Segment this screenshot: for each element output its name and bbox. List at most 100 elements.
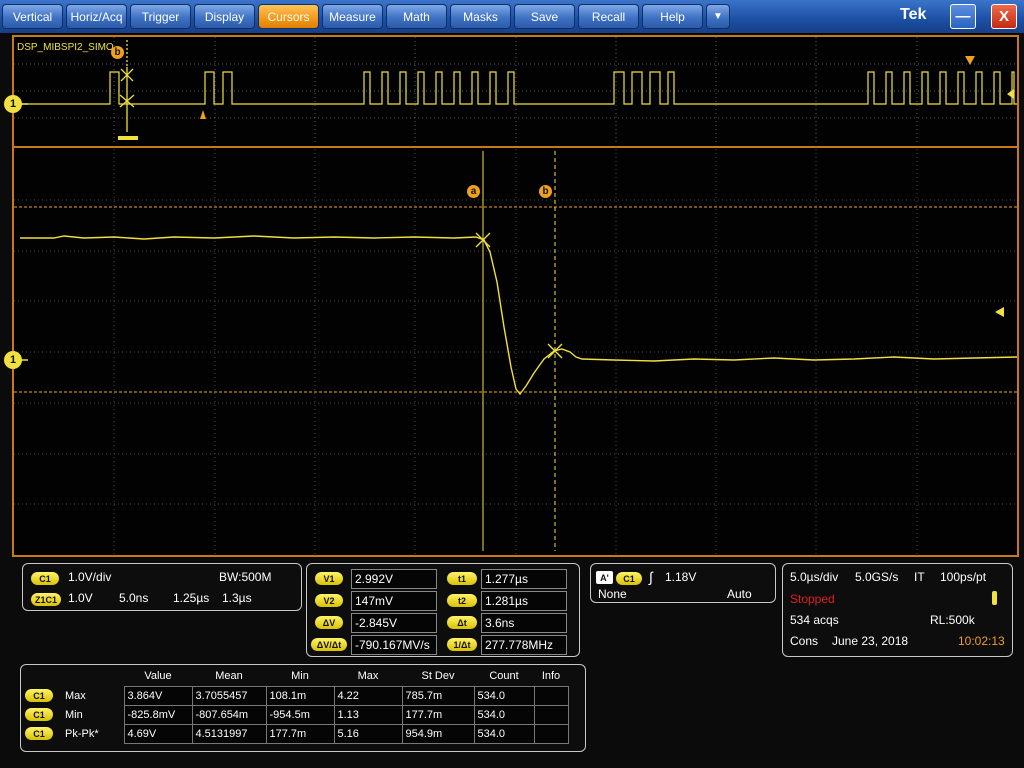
menu-help-button[interactable]: Help <box>642 4 703 29</box>
meas-pkpk-value: 4.69V <box>123 723 193 744</box>
menu-measure-button[interactable]: Measure <box>322 4 383 29</box>
menu-save-button[interactable]: Save <box>514 4 575 29</box>
t1-value: 1.277µs <box>481 569 567 589</box>
menu-masks-button[interactable]: Masks <box>450 4 511 29</box>
menu-horiz-acq-button[interactable]: Horiz/Acq <box>66 4 127 29</box>
timebase: 5.0µs/div <box>790 570 839 584</box>
meas-min-stdev: 177.7m <box>401 704 475 725</box>
meas-pkpk-stdev: 954.9m <box>401 723 475 744</box>
t2-value: 1.281µs <box>481 591 567 611</box>
meas-min-badge: C1 <box>25 708 53 721</box>
meas-pkpk-min: 177.7m <box>265 723 335 744</box>
zoom-position: 1.25µs <box>173 591 210 605</box>
menu-vertical-button[interactable]: Vertical <box>2 4 63 29</box>
minimize-icon: — <box>955 8 971 25</box>
meas-max-mean: 3.7055457 <box>191 685 267 706</box>
zoom-graticule <box>14 149 1017 555</box>
meas-max-badge: C1 <box>25 689 53 702</box>
slope-value: -790.167MV/s <box>351 635 437 655</box>
slope-badge: ΔV/Δt <box>311 638 347 651</box>
overview-waveform <box>20 71 1017 105</box>
zoom-hscale: 5.0ns <box>119 591 149 605</box>
waveform-canvas <box>14 37 1017 555</box>
meas-max-value: 3.864V <box>123 685 193 706</box>
bus-label: DSP_MIBSPI2_SIMO <box>17 42 114 53</box>
bandwidth-label: BW:500M <box>219 570 272 584</box>
header-info: Info <box>541 670 561 683</box>
meas-min-count: 534.0 <box>473 704 535 725</box>
cursor-b-marker[interactable]: b <box>539 185 552 198</box>
meas-min-mean: -807.654m <box>191 704 267 725</box>
time: 10:02:13 <box>958 634 1005 648</box>
zoom-waveform <box>20 235 1017 396</box>
zoom-window-marker <box>118 136 138 140</box>
t1-badge: t1 <box>447 572 477 585</box>
header-mean: Mean <box>215 670 243 683</box>
ch1-marker-zoom[interactable]: 1 <box>4 351 22 369</box>
meas-max-min: 108.1m <box>265 685 335 706</box>
resolution: 100ps/pt <box>940 570 987 584</box>
menu-trigger-button[interactable]: Trigger <box>130 4 191 29</box>
close-button[interactable]: X <box>991 4 1017 29</box>
meas-pkpk-mean: 4.5131997 <box>191 723 267 744</box>
header-count: Count <box>489 670 519 683</box>
header-max: Max <box>357 670 379 683</box>
run-status[interactable]: Stopped <box>790 592 835 606</box>
zoom-position-2: 1.3µs <box>222 591 252 605</box>
close-icon: X <box>998 8 1009 25</box>
measurement-table[interactable]: Value Mean Min Max St Dev Count Info C1 … <box>22 667 569 744</box>
menu-recall-button[interactable]: Recall <box>578 4 639 29</box>
minimize-button[interactable]: — <box>950 4 976 29</box>
v1-badge: V1 <box>315 572 343 585</box>
ch1-scale: 1.0V/div <box>68 570 112 584</box>
trigger-marker-left <box>200 110 206 119</box>
zoom-offset-marker <box>995 307 1004 317</box>
date: June 23, 2018 <box>832 634 909 648</box>
acq-mode-it: IT <box>914 570 925 584</box>
measurement-header-row: Value Mean Min Max St Dev Count Info <box>22 667 568 686</box>
trigger-source-badge: C1 <box>616 572 642 585</box>
acquisition-panel[interactable]: 5.0µs/div 5.0GS/s IT 100ps/pt Stopped 53… <box>782 563 1013 657</box>
meas-max-info <box>533 685 569 706</box>
tek-logo: Tek <box>900 6 927 23</box>
ch1-marker-overview[interactable]: 1 <box>4 95 22 113</box>
menu-dropdown-button[interactable]: ▼ <box>706 4 730 29</box>
sample-rate: 5.0GS/s <box>855 570 899 584</box>
trigger-panel[interactable]: A' C1 ∫ 1.18V None Auto <box>590 563 776 603</box>
menu-display-button[interactable]: Display <box>194 4 255 29</box>
meas-min-max: 1.13 <box>333 704 403 725</box>
cursor-readout-panel[interactable]: V1 2.992V t1 1.277µs V2 147mV t2 1.281µs… <box>306 563 580 657</box>
menu-bar: Vertical Horiz/Acq Trigger Display Curso… <box>0 0 1024 33</box>
acquisition-count: 534 acqs <box>790 613 839 627</box>
zoom-ch1-badge[interactable]: Z1C1 <box>31 593 61 606</box>
waveform-display[interactable]: DSP_MIBSPI2_SIMO b 1 1 a b <box>4 35 1019 557</box>
meas-max-stdev: 785.7m <box>401 685 475 706</box>
menu-math-button[interactable]: Math <box>386 4 447 29</box>
trigger-coupling: None <box>598 587 627 601</box>
meas-pkpk-info <box>533 723 569 744</box>
delta-t-badge: Δt <box>447 616 477 629</box>
meas-pkpk-count: 534.0 <box>473 723 535 744</box>
measurement-row-min[interactable]: C1 Min -825.8mV -807.654m -954.5m 1.13 1… <box>22 704 569 725</box>
header-value: Value <box>144 670 172 683</box>
meas-pkpk-max: 5.16 <box>333 723 403 744</box>
rising-edge-icon: ∫ <box>649 569 653 585</box>
trigger-level: 1.18V <box>665 570 697 584</box>
overview-cursor-b-marker[interactable]: b <box>111 46 124 59</box>
header-stdev: St Dev <box>421 670 455 683</box>
inv-delta-t-value: 277.778MHz <box>481 635 567 655</box>
meas-min-value: -825.8mV <box>123 704 193 725</box>
meas-max-count: 534.0 <box>473 685 535 706</box>
measurement-row-pkpk[interactable]: C1 Pk-Pk* 4.69V 4.5131997 177.7m 5.16 95… <box>22 723 569 744</box>
header-min: Min <box>291 670 309 683</box>
channel-panel[interactable]: C1 1.0V/div BW:500M Z1C1 1.0V 5.0ns 1.25… <box>22 563 302 611</box>
meas-min-name: Min <box>65 708 83 721</box>
delta-v-badge: ΔV <box>315 616 343 629</box>
measurement-row-max[interactable]: C1 Max 3.864V 3.7055457 108.1m 4.22 785.… <box>22 685 569 706</box>
menu-cursors-button[interactable]: Cursors <box>258 4 319 29</box>
ch1-badge[interactable]: C1 <box>31 572 59 585</box>
trigger-a-badge: A' <box>596 571 613 584</box>
zoom-vscale: 1.0V <box>68 591 93 605</box>
cursor-a-marker[interactable]: a <box>467 185 480 198</box>
meas-max-max: 4.22 <box>333 685 403 706</box>
